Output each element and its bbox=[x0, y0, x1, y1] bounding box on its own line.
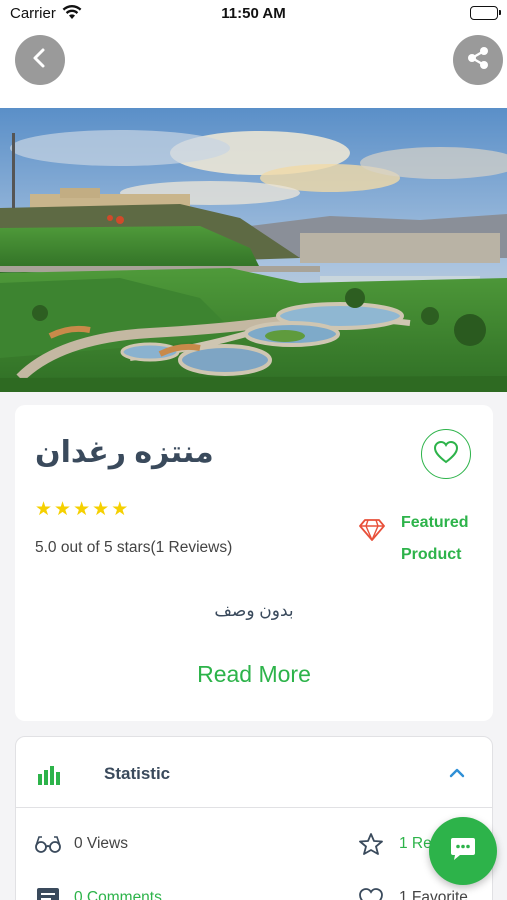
heart-icon bbox=[433, 440, 459, 469]
statistic-panel: Statistic 0 Views 1 Re 0 Comments 1 Favo… bbox=[15, 736, 493, 900]
place-description: بدون وصف bbox=[214, 601, 294, 620]
star-icon: ★ bbox=[73, 499, 91, 520]
chevron-left-icon bbox=[29, 47, 51, 74]
place-photo bbox=[0, 108, 507, 392]
featured-label-line2: Product bbox=[401, 546, 462, 563]
reviews-count[interactable]: 1 Re bbox=[399, 835, 432, 853]
favorites-count: 1 Favorite bbox=[399, 889, 468, 900]
place-details-screen: Carrier 11:50 AM منتزه رغدان ★ ★ ★ ★ ★ 5… bbox=[0, 0, 507, 900]
rating-summary: 5.0 out of 5 stars(1 Reviews) bbox=[35, 539, 233, 556]
featured-label-line1: Featured bbox=[401, 514, 469, 531]
featured-badge: Featured Product bbox=[401, 507, 491, 571]
read-more-link[interactable]: Read More bbox=[15, 661, 493, 688]
glasses-icon bbox=[34, 834, 62, 859]
place-info-card: منتزه رغدان ★ ★ ★ ★ ★ 5.0 out of 5 stars… bbox=[15, 405, 493, 721]
clock: 11:50 AM bbox=[221, 5, 286, 22]
top-bar: Carrier 11:50 AM bbox=[0, 0, 507, 108]
diamond-icon bbox=[359, 518, 385, 547]
statistic-header[interactable]: Statistic bbox=[16, 737, 492, 808]
battery-icon bbox=[470, 6, 501, 20]
heart-outline-icon bbox=[358, 887, 384, 900]
share-icon bbox=[465, 45, 491, 76]
chevron-up-icon[interactable] bbox=[448, 764, 466, 787]
chat-button[interactable] bbox=[429, 817, 497, 885]
favorite-button[interactable] bbox=[421, 429, 471, 479]
star-rating: ★ ★ ★ ★ ★ bbox=[35, 500, 128, 520]
statistic-title: Statistic bbox=[104, 764, 171, 783]
star-icon: ★ bbox=[35, 499, 53, 520]
star-outline-icon bbox=[358, 832, 384, 861]
place-title: منتزه رغدان bbox=[35, 436, 214, 469]
star-icon: ★ bbox=[92, 499, 110, 520]
views-count: 0 Views bbox=[74, 835, 128, 852]
status-bar: Carrier 11:50 AM bbox=[0, 0, 507, 28]
share-button[interactable] bbox=[453, 35, 503, 85]
star-icon: ★ bbox=[54, 499, 72, 520]
comments-count[interactable]: 0 Comments bbox=[74, 889, 162, 900]
back-button[interactable] bbox=[15, 35, 65, 85]
chat-bubble-icon bbox=[449, 836, 477, 867]
star-icon: ★ bbox=[111, 499, 129, 520]
bar-chart-icon bbox=[37, 764, 63, 791]
comment-icon bbox=[36, 887, 60, 900]
